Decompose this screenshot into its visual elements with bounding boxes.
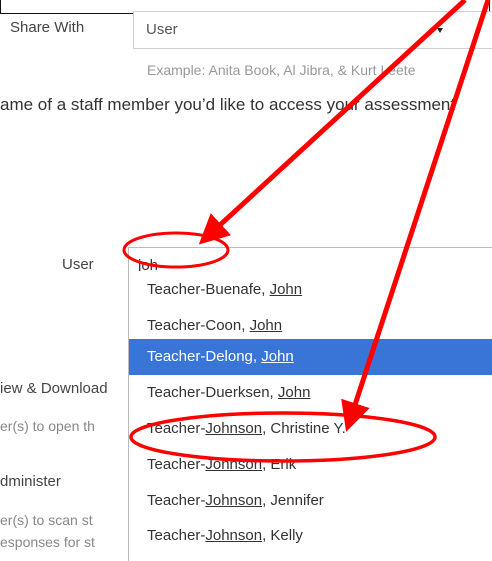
option-match: Johnson xyxy=(205,527,263,544)
user-label: User xyxy=(62,256,94,273)
option-match: John xyxy=(249,317,283,334)
option-match: Johnson xyxy=(205,456,263,473)
option-suffix: , Jennifer xyxy=(262,492,324,509)
option-prefix: Teacher-Buenafe, xyxy=(147,281,270,298)
option-prefix: Teacher- xyxy=(147,420,206,437)
option-suffix: , Kelly xyxy=(262,527,303,544)
option-match: John xyxy=(269,281,303,298)
option-prefix: Teacher-Duerksen, xyxy=(147,384,278,401)
share-example-hint: Example: Anita Book, Al Jibra, & Kurt Le… xyxy=(147,62,416,78)
dropdown-option[interactable]: Teacher-Buenafe, John xyxy=(129,272,492,308)
option-suffix: , Christine Y. xyxy=(262,420,346,437)
view-download-label: iew & Download xyxy=(0,380,108,397)
option-match: Johnson xyxy=(205,420,263,437)
chevron-down-icon xyxy=(437,28,443,33)
dropdown-option[interactable]: Teacher-Johnson, Erik xyxy=(129,447,492,483)
administer-label: dminister xyxy=(0,473,61,490)
dropdown-option[interactable]: Teacher-Johnson, Jennifer xyxy=(129,483,492,519)
option-prefix: Teacher- xyxy=(147,456,206,473)
user-autocomplete-dropdown: Teacher-Buenafe, John Teacher-Coon, John… xyxy=(128,271,492,561)
option-match: John xyxy=(261,348,294,365)
option-match: Johnson xyxy=(205,492,263,509)
dropdown-option[interactable]: Teacher-Johnson, Christine Y. xyxy=(129,411,492,447)
option-prefix: Teacher- xyxy=(147,527,206,544)
dropdown-option[interactable]: Teacher-Johnson, Kelly xyxy=(129,518,492,554)
dropdown-option[interactable]: Teacher-Duerksen, John xyxy=(129,375,492,411)
option-prefix: Teacher-Delong, xyxy=(147,348,262,365)
administer-desc-line2: esponses for st xyxy=(0,534,95,550)
option-prefix: Teacher- xyxy=(147,492,206,509)
administer-desc-line1: er(s) to scan st xyxy=(0,512,93,528)
share-with-label: Share With xyxy=(10,19,85,36)
option-suffix: , Erik xyxy=(262,456,297,473)
view-download-desc: er(s) to open th xyxy=(0,418,95,434)
dropdown-option[interactable]: Teacher-Delong, John xyxy=(129,339,492,375)
option-match: John xyxy=(277,384,311,401)
option-prefix: Teacher-Coon, xyxy=(147,317,250,334)
share-with-select[interactable]: User xyxy=(133,11,492,49)
share-with-value: User xyxy=(146,21,178,38)
instruction-text: ame of a staff member you’d like to acce… xyxy=(0,95,456,114)
